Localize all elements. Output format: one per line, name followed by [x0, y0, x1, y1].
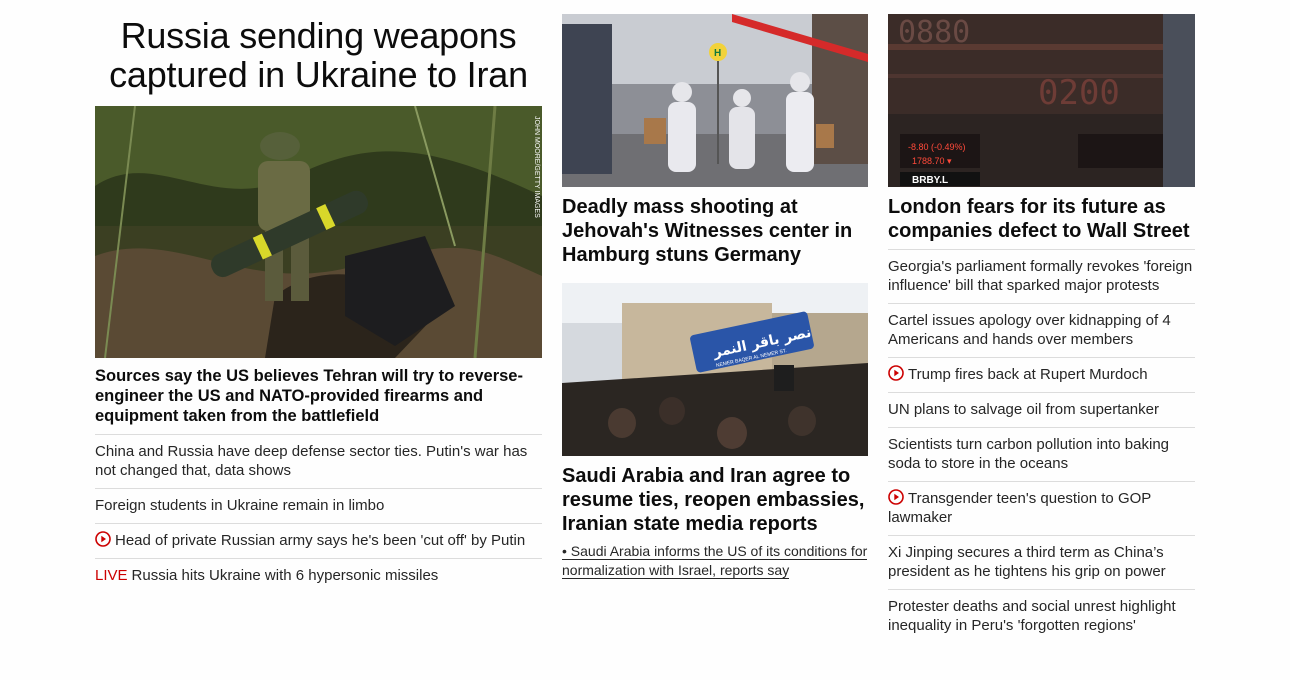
play-video-icon	[95, 531, 111, 547]
list-item[interactable]: UN plans to salvage oil from supertanker	[888, 393, 1195, 428]
saudi-iran-story-image[interactable]: نصر باقر النمر NEMER BAQER AL NEMER ST.	[562, 283, 868, 456]
play-video-icon	[888, 489, 904, 505]
saudi-iran-story-link[interactable]: Saudi Arabia and Iran agree to resume ti…	[562, 465, 864, 535]
play-video-icon	[888, 365, 904, 381]
list-item-link[interactable]: Cartel issues apology over kidnapping of…	[888, 312, 1171, 348]
list-item-link[interactable]: China and Russia have deep defense secto…	[95, 443, 527, 479]
saudi-related-link[interactable]: • Saudi Arabia informs the US of its con…	[562, 542, 868, 580]
list-item[interactable]: Xi Jinping secures a third term as China…	[888, 536, 1195, 590]
saudi-iran-story-title[interactable]: Saudi Arabia and Iran agree to resume ti…	[562, 464, 868, 536]
list-item[interactable]: LIVE Russia hits Ukraine with 6 hypersoni…	[95, 559, 542, 593]
saudi-related-link-text[interactable]: • Saudi Arabia informs the US of its con…	[562, 543, 868, 579]
list-item[interactable]: Transgender teen's question to GOP lawma…	[888, 482, 1195, 536]
list-item[interactable]: Georgia's parliament formally revokes 'f…	[888, 250, 1195, 304]
list-item[interactable]: Head of private Russian army says he's b…	[95, 524, 542, 559]
hamburg-story-image[interactable]: H	[562, 14, 868, 187]
headlines-list: Georgia's parliament formally revokes 'f…	[888, 250, 1195, 643]
svg-text:BRBY.L: BRBY.L	[912, 175, 948, 186]
svg-text:-8.80 (-0.49%): -8.80 (-0.49%)	[908, 142, 966, 152]
list-item[interactable]: Foreign students in Ukraine remain in li…	[95, 489, 542, 524]
tertiary-stories-column: 0880 0200 -8.80 (-0.49%) 1788.70 ▾ BRBY.…	[888, 14, 1195, 643]
svg-text:0880: 0880	[898, 15, 970, 50]
london-story-image[interactable]: 0880 0200 -8.80 (-0.49%) 1788.70 ▾ BRBY.…	[888, 14, 1195, 187]
list-item-link[interactable]: Georgia's parliament formally revokes 'f…	[888, 258, 1192, 294]
list-item-link[interactable]: Head of private Russian army says he's b…	[115, 532, 525, 549]
lead-headline[interactable]: Russia sending weapons captured in Ukrai…	[95, 16, 542, 94]
svg-text:H: H	[714, 48, 721, 59]
list-item-link[interactable]: Xi Jinping secures a third term as China…	[888, 544, 1166, 580]
lead-headline-link[interactable]: Russia sending weapons captured in Ukrai…	[109, 15, 528, 95]
london-story-link[interactable]: London fears for its future as companies…	[888, 196, 1190, 242]
secondary-stories-column: H Deadly mass shooting at Jehovah's Witn…	[562, 14, 868, 580]
list-item-link[interactable]: Russia hits Ukraine with 6 hypersonic mi…	[132, 567, 439, 584]
list-item[interactable]: China and Russia have deep defense secto…	[95, 435, 542, 489]
list-item-link[interactable]: UN plans to salvage oil from supertanker	[888, 401, 1159, 418]
hamburg-story-link[interactable]: Deadly mass shooting at Jehovah's Witnes…	[562, 196, 852, 266]
list-item-link[interactable]: Protester deaths and social unrest highl…	[888, 598, 1176, 634]
list-item[interactable]: Trump fires back at Rupert Murdoch	[888, 358, 1195, 393]
list-item-link[interactable]: Trump fires back at Rupert Murdoch	[908, 366, 1148, 383]
list-item-link[interactable]: Transgender teen's question to GOP lawma…	[888, 490, 1151, 526]
lead-story-image[interactable]: JOHN MOORE/GETTY IMAGES	[95, 106, 542, 358]
lead-story-caption[interactable]: Sources say the US believes Tehran will …	[95, 366, 542, 435]
list-item-link[interactable]: Foreign students in Ukraine remain in li…	[95, 497, 384, 514]
hamburg-story-title[interactable]: Deadly mass shooting at Jehovah's Witnes…	[562, 195, 868, 267]
list-item[interactable]: Scientists turn carbon pollution into ba…	[888, 428, 1195, 482]
svg-text:0200: 0200	[1038, 73, 1120, 113]
lead-caption-link[interactable]: Sources say the US believes Tehran will …	[95, 367, 523, 425]
svg-text:1788.70 ▾: 1788.70 ▾	[912, 156, 952, 166]
london-story-title[interactable]: London fears for its future as companies…	[888, 195, 1195, 250]
list-item-link[interactable]: Scientists turn carbon pollution into ba…	[888, 436, 1169, 472]
related-stories-list: China and Russia have deep defense secto…	[95, 435, 542, 593]
lead-story-column: Russia sending weapons captured in Ukrai…	[95, 14, 542, 593]
live-badge: LIVE	[95, 567, 128, 584]
list-item[interactable]: Protester deaths and social unrest highl…	[888, 590, 1195, 643]
list-item[interactable]: Cartel issues apology over kidnapping of…	[888, 304, 1195, 358]
photo-credit: JOHN MOORE/GETTY IMAGES	[533, 116, 540, 218]
